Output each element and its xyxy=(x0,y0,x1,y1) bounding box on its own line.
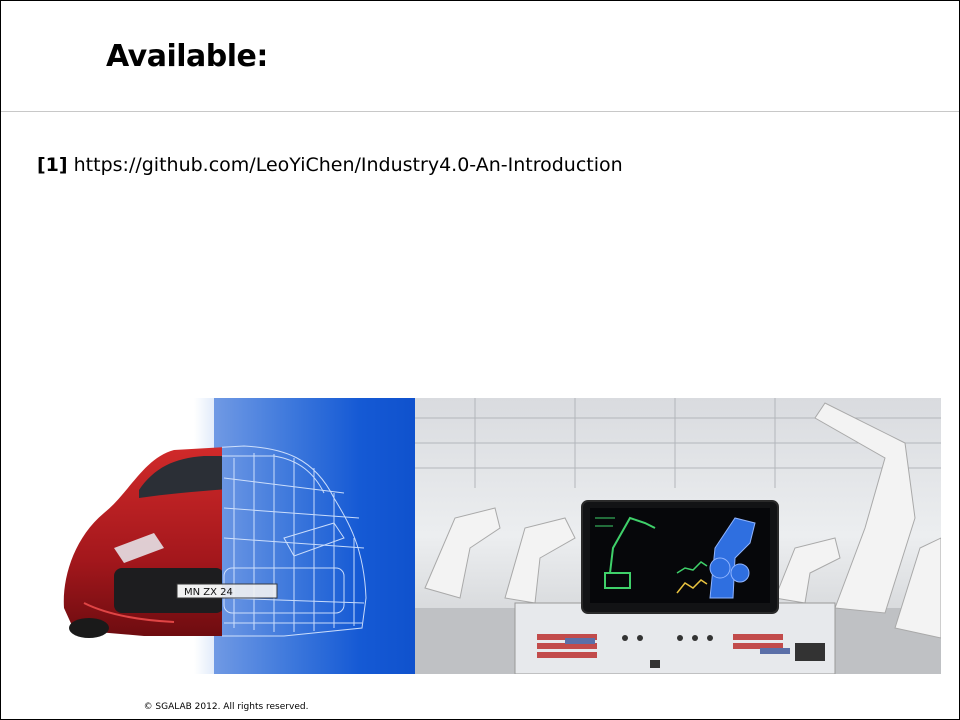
smart-factory-image xyxy=(415,398,941,674)
reference-number: [1] xyxy=(37,154,68,176)
license-plate-text: MN ZX 24 xyxy=(184,587,233,598)
reference-link[interactable]: https://github.com/LeoYiChen/Industry4.0… xyxy=(74,154,623,176)
car-wireframe-image: MN ZX 24 xyxy=(44,398,415,674)
title-bar: Available: xyxy=(1,1,959,112)
slide-title: Available: xyxy=(106,39,268,74)
slide: Available: [1] https://github.com/LeoYiC… xyxy=(0,0,960,720)
copyright-footer: © SGALAB 2012. All rights reserved. xyxy=(143,702,309,712)
reference-line: [1] https://github.com/LeoYiChen/Industr… xyxy=(37,154,623,176)
